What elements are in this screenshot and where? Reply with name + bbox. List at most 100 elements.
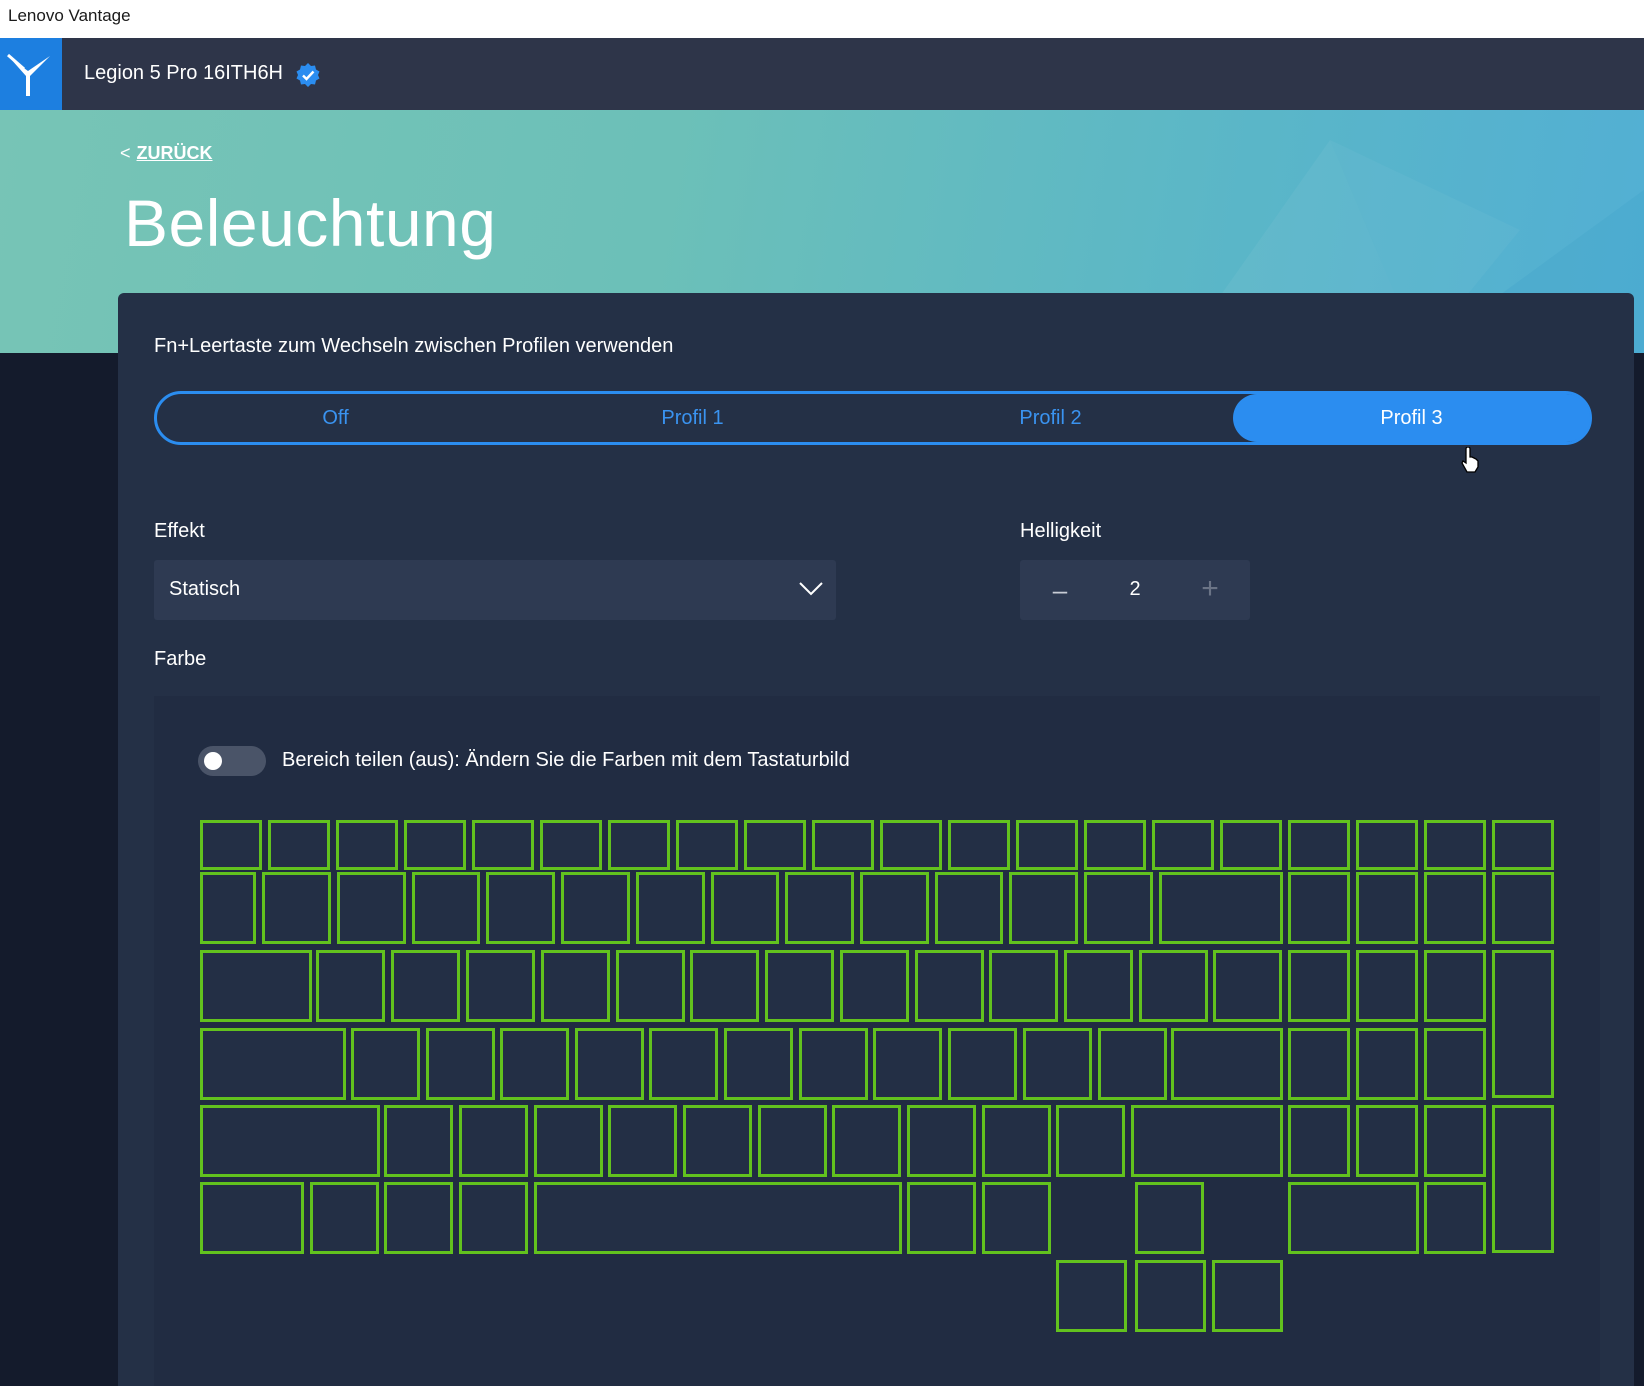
- keyboard-key[interactable]: [561, 872, 630, 944]
- keyboard-key[interactable]: [1213, 950, 1282, 1022]
- keyboard-key[interactable]: [412, 872, 480, 944]
- keyboard-key[interactable]: [982, 1105, 1051, 1177]
- keyboard-key[interactable]: [799, 1028, 868, 1100]
- keyboard-key[interactable]: [812, 820, 874, 870]
- keyboard-key[interactable]: [337, 872, 406, 944]
- keyboard-key[interactable]: [1212, 1260, 1283, 1332]
- keyboard-key[interactable]: [608, 820, 670, 870]
- keyboard-key[interactable]: [459, 1182, 528, 1254]
- keyboard-key[interactable]: [1356, 820, 1418, 870]
- keyboard-key[interactable]: [832, 1105, 901, 1177]
- keyboard-key[interactable]: [1288, 1028, 1350, 1100]
- keyboard-key[interactable]: [200, 1182, 304, 1254]
- keyboard-key[interactable]: [426, 1028, 495, 1100]
- keyboard-key[interactable]: [649, 1028, 718, 1100]
- profile-option-1[interactable]: Profil 1: [514, 394, 871, 442]
- keyboard-key[interactable]: [466, 950, 535, 1022]
- keyboard-key[interactable]: [384, 1182, 453, 1254]
- keyboard-key[interactable]: [1424, 820, 1486, 870]
- keyboard-key[interactable]: [316, 950, 385, 1022]
- back-label[interactable]: ZURÜCK: [137, 143, 213, 163]
- keyboard-key[interactable]: [989, 950, 1058, 1022]
- keyboard-key[interactable]: [1288, 1182, 1419, 1254]
- keyboard-key[interactable]: [1139, 950, 1208, 1022]
- keyboard-key[interactable]: [404, 820, 466, 870]
- keyboard-key[interactable]: [744, 820, 806, 870]
- keyboard-key[interactable]: [758, 1105, 827, 1177]
- profile-option-off[interactable]: Off: [157, 394, 514, 442]
- keyboard-key[interactable]: [683, 1105, 752, 1177]
- keyboard-key[interactable]: [1424, 1028, 1486, 1100]
- keyboard-key[interactable]: [1356, 872, 1418, 944]
- keyboard-key[interactable]: [575, 1028, 644, 1100]
- keyboard-key[interactable]: [1492, 950, 1554, 1098]
- keyboard-key[interactable]: [1016, 820, 1078, 870]
- keyboard-key[interactable]: [534, 1182, 902, 1254]
- keyboard-key[interactable]: [690, 950, 759, 1022]
- keyboard-key[interactable]: [1152, 820, 1214, 870]
- keyboard-key[interactable]: [200, 1028, 346, 1100]
- keyboard-key[interactable]: [500, 1028, 569, 1100]
- keyboard-key[interactable]: [1084, 872, 1153, 944]
- keyboard-key[interactable]: [1288, 950, 1350, 1022]
- keyboard-key[interactable]: [1288, 1105, 1350, 1177]
- keyboard-key[interactable]: [384, 1105, 453, 1177]
- keyboard-key[interactable]: [1424, 1182, 1486, 1254]
- keyboard-key[interactable]: [200, 950, 312, 1022]
- brightness-decrease-button[interactable]: –: [1048, 575, 1072, 605]
- keyboard-key[interactable]: [1159, 872, 1283, 944]
- keyboard-key[interactable]: [336, 820, 398, 870]
- keyboard-key[interactable]: [486, 872, 555, 944]
- keyboard-key[interactable]: [1009, 872, 1078, 944]
- keyboard-key[interactable]: [268, 820, 330, 870]
- keyboard-key[interactable]: [262, 872, 331, 944]
- brightness-increase-button[interactable]: +: [1197, 574, 1223, 604]
- keyboard-key[interactable]: [907, 1105, 976, 1177]
- keyboard-key[interactable]: [873, 1028, 942, 1100]
- keyboard-key[interactable]: [915, 950, 984, 1022]
- keyboard-key[interactable]: [948, 820, 1010, 870]
- keyboard-key[interactable]: [472, 820, 534, 870]
- effect-dropdown[interactable]: Statisch: [154, 560, 836, 620]
- back-link[interactable]: < ZURÜCK: [120, 143, 213, 164]
- keyboard-key[interactable]: [1288, 872, 1350, 944]
- keyboard-key[interactable]: [351, 1028, 420, 1100]
- keyboard-key[interactable]: [1220, 820, 1282, 870]
- keyboard-key[interactable]: [1171, 1028, 1283, 1100]
- keyboard-key[interactable]: [1056, 1105, 1125, 1177]
- profile-option-2[interactable]: Profil 2: [872, 394, 1229, 442]
- keyboard-key[interactable]: [880, 820, 942, 870]
- keyboard-key[interactable]: [1424, 872, 1486, 944]
- keyboard-key[interactable]: [1084, 820, 1146, 870]
- keyboard-key[interactable]: [1356, 1028, 1418, 1100]
- keyboard-key[interactable]: [459, 1105, 528, 1177]
- keyboard-key[interactable]: [534, 1105, 603, 1177]
- keyboard-key[interactable]: [540, 820, 602, 870]
- keyboard-key[interactable]: [200, 1105, 380, 1177]
- keyboard-key[interactable]: [1135, 1182, 1204, 1254]
- keyboard-key[interactable]: [608, 1105, 677, 1177]
- keyboard-key[interactable]: [711, 872, 779, 944]
- keyboard-key[interactable]: [1288, 820, 1350, 870]
- keyboard-key[interactable]: [840, 950, 909, 1022]
- keyboard-key[interactable]: [1492, 820, 1554, 870]
- keyboard-key[interactable]: [200, 820, 262, 870]
- legion-logo-icon[interactable]: [0, 38, 62, 110]
- keyboard-key[interactable]: [616, 950, 685, 1022]
- keyboard-key[interactable]: [1056, 1260, 1127, 1332]
- keyboard-key[interactable]: [860, 872, 929, 944]
- keyboard-key[interactable]: [636, 872, 705, 944]
- keyboard-key[interactable]: [907, 1182, 976, 1254]
- profile-option-3[interactable]: Profil 3: [1233, 394, 1590, 442]
- keyboard-key[interactable]: [1356, 950, 1418, 1022]
- keyboard-key[interactable]: [785, 872, 854, 944]
- keyboard-key[interactable]: [391, 950, 460, 1022]
- keyboard-key[interactable]: [724, 1028, 793, 1100]
- keyboard-key[interactable]: [541, 950, 610, 1022]
- keyboard-key[interactable]: [310, 1182, 379, 1254]
- keyboard-key[interactable]: [1135, 1260, 1206, 1332]
- keyboard-key[interactable]: [1023, 1028, 1092, 1100]
- keyboard-key[interactable]: [1098, 1028, 1167, 1100]
- keyboard-key[interactable]: [935, 872, 1003, 944]
- keyboard-key[interactable]: [1492, 872, 1554, 944]
